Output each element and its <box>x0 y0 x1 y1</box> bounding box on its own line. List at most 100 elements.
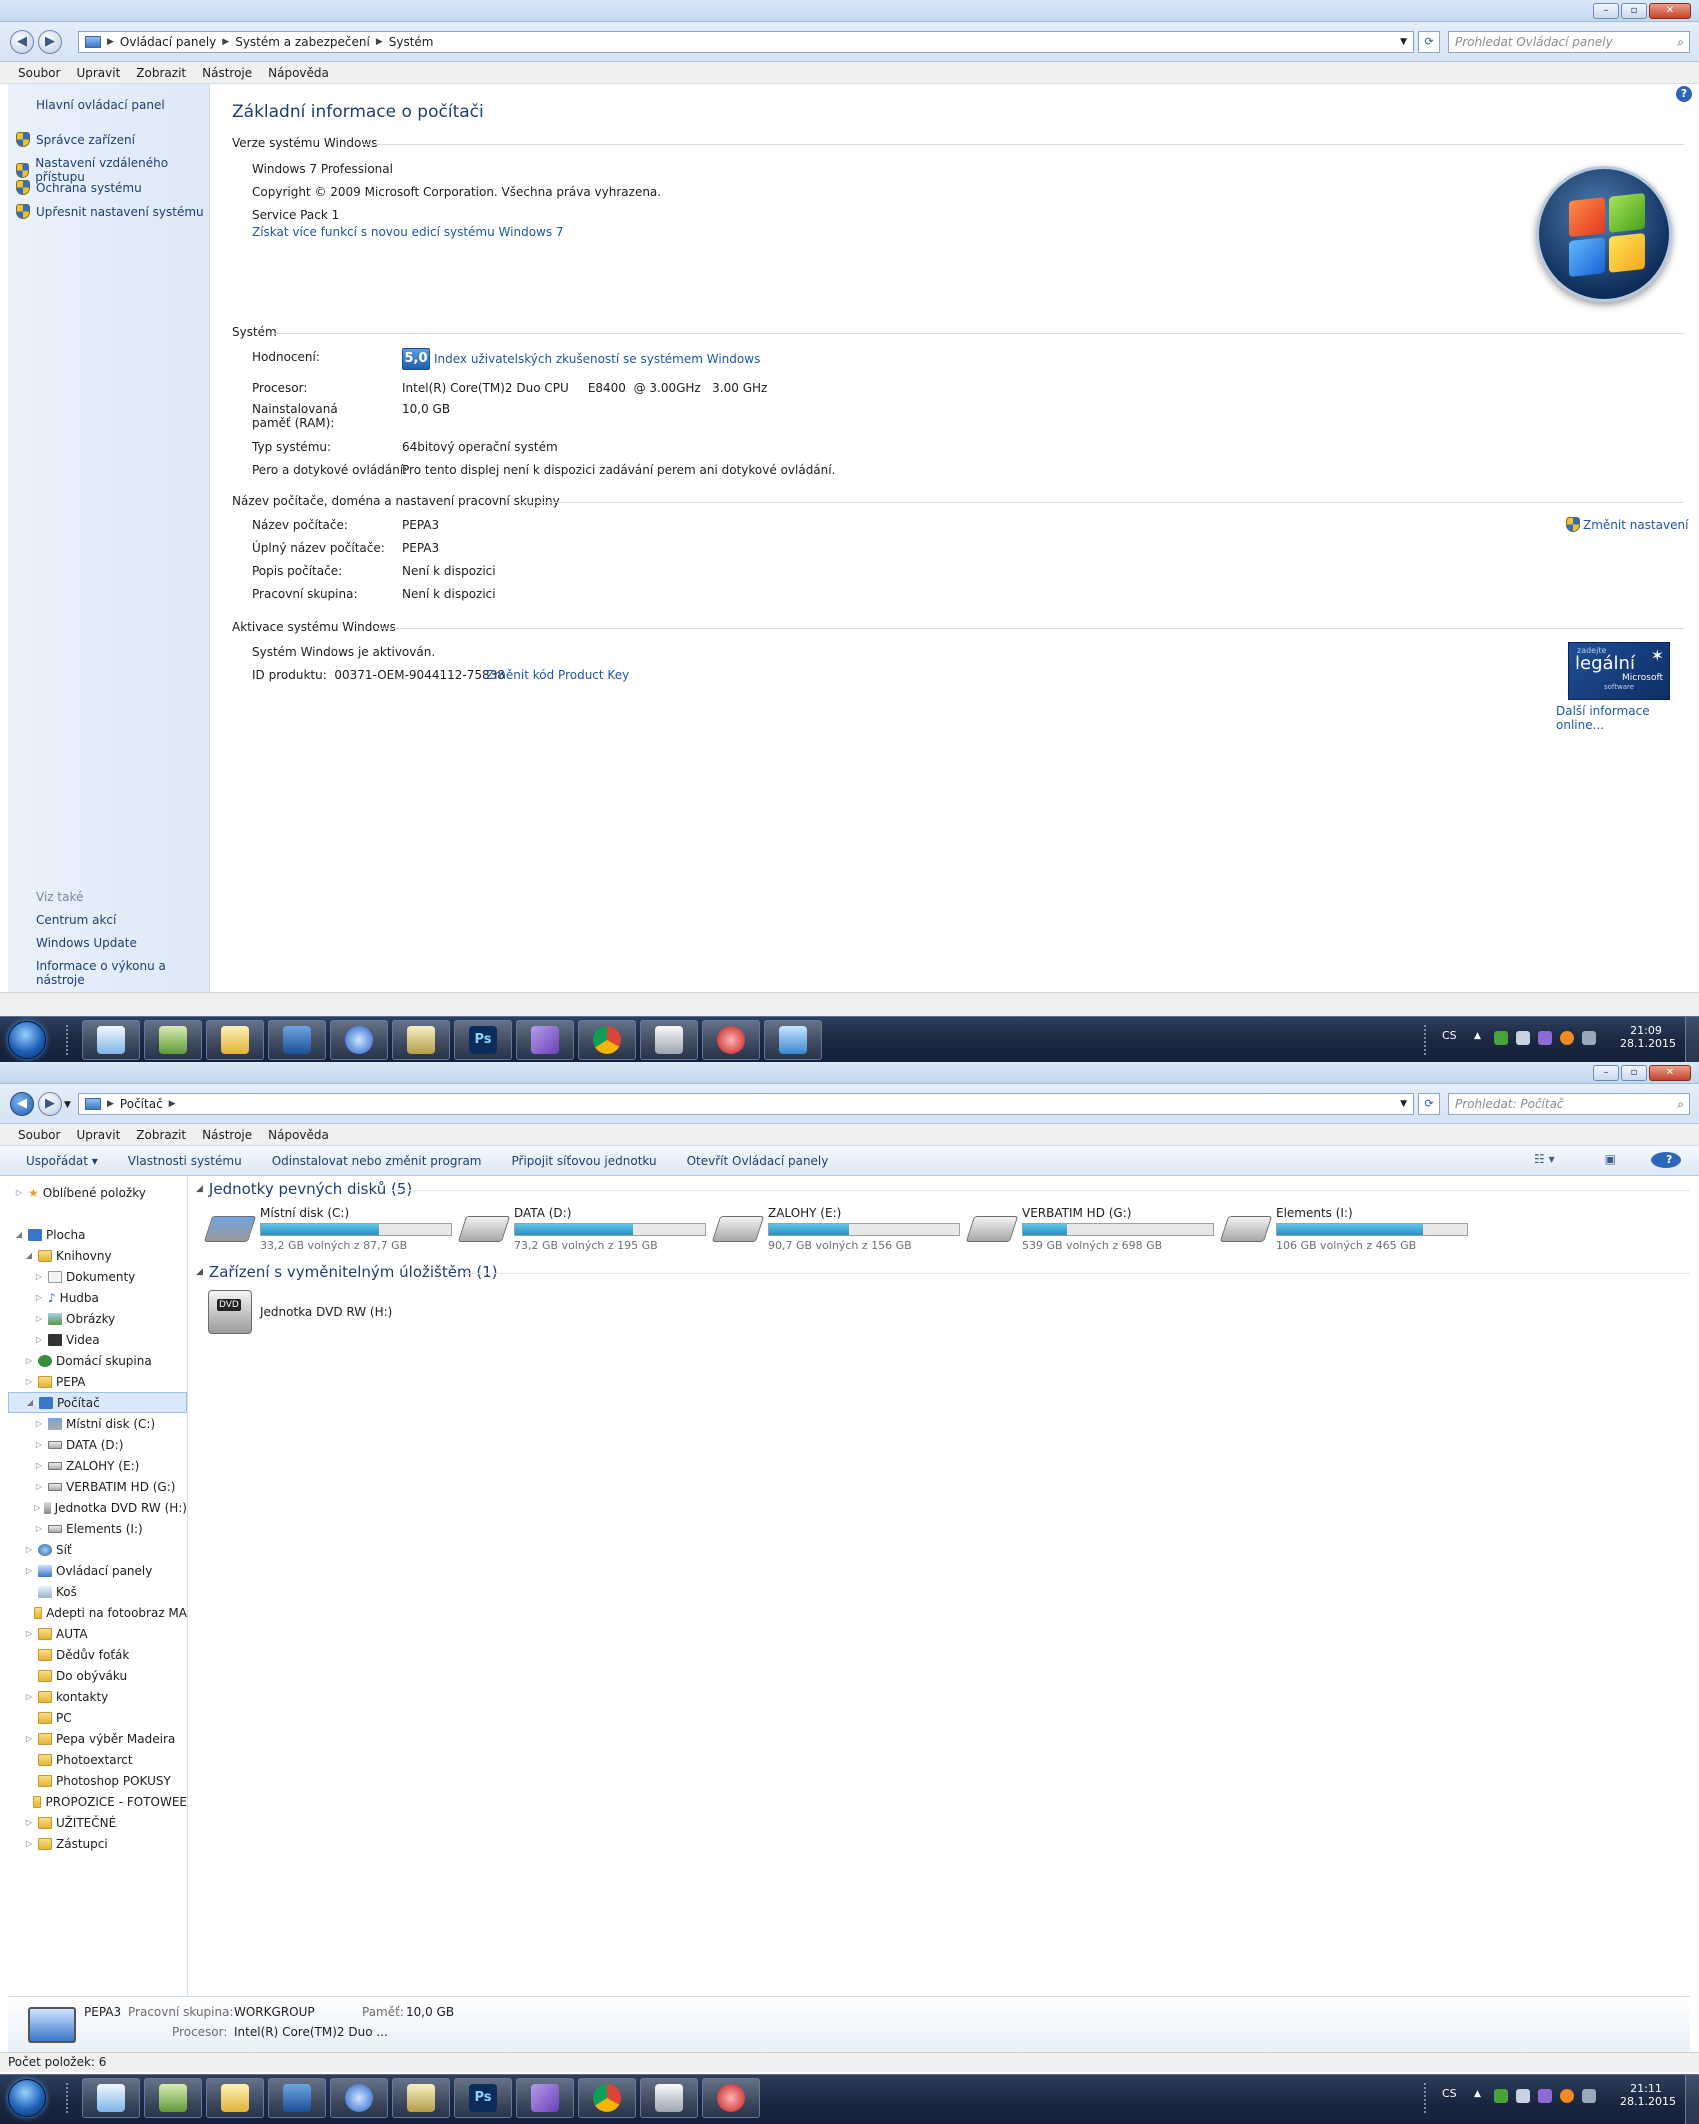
tree-item[interactable]: ▷ ★ Oblíbené položky <box>8 1182 187 1203</box>
collapse-icon[interactable]: ◢ <box>196 1184 203 1194</box>
more-info-link[interactable]: Další informace online... <box>1556 704 1699 732</box>
drive-c[interactable]: Místní disk (C:) 33,2 GB volných z 87,7 … <box>203 1206 452 1252</box>
power-icon[interactable] <box>1582 2089 1596 2103</box>
taskbar-app-10[interactable] <box>640 2078 698 2118</box>
help-icon[interactable]: ? <box>1651 1152 1681 1168</box>
tree-item[interactable]: ▷ Domácí skupina <box>8 1350 187 1371</box>
show-desktop-button[interactable] <box>1685 1017 1699 1063</box>
clock[interactable]: 21:11 28.1.2015 <box>1620 2082 1676 2108</box>
uninstall-program-button[interactable]: Odinstalovat nebo změnit program <box>257 1154 497 1168</box>
minimize-button[interactable]: – <box>1593 1065 1619 1081</box>
taskbar-app-6[interactable] <box>392 2078 450 2118</box>
taskbar-app-6[interactable] <box>392 1020 450 1060</box>
tray-expand-icon[interactable]: ▲ <box>1474 2089 1481 2099</box>
open-control-panel-button[interactable]: Otevřít Ovládací panely <box>672 1154 844 1168</box>
collapse-icon[interactable]: ◢ <box>196 1267 203 1277</box>
map-network-drive-button[interactable]: Připojit síťovou jednotku <box>496 1154 671 1168</box>
expand-icon[interactable]: ▷ <box>34 1503 40 1512</box>
taskbar-app-12[interactable] <box>764 1020 822 1060</box>
address-bar[interactable]: ▶ Počítač ▶ ▼ <box>78 1093 1414 1115</box>
tree-item[interactable]: ▷ Síť <box>8 1539 187 1560</box>
maximize-button[interactable]: ▫ <box>1621 1065 1647 1081</box>
taskbar-app-10[interactable] <box>640 1020 698 1060</box>
taskbar-app-2[interactable] <box>144 1020 202 1060</box>
taskbar-app-1[interactable] <box>82 2078 140 2118</box>
taskbar-chrome[interactable] <box>578 1020 636 1060</box>
refresh-button[interactable]: ⟳ <box>1418 1093 1440 1115</box>
title-bar[interactable]: – ▫ ✕ <box>0 0 1699 22</box>
expand-icon[interactable]: ▷ <box>14 1188 24 1197</box>
dropdown-arrow-icon[interactable]: ▼ <box>1400 1099 1407 1109</box>
change-product-key-link[interactable]: Změnit kód Product Key <box>486 668 629 682</box>
expand-icon[interactable]: ▷ <box>34 1335 44 1344</box>
expand-icon[interactable]: ▷ <box>24 1356 34 1365</box>
change-view-icon[interactable]: ☷ ▾ <box>1519 1152 1570 1168</box>
tree-item[interactable]: PC <box>8 1707 187 1728</box>
tree-item[interactable]: Photoshop POKUSY <box>8 1770 187 1791</box>
wei-score[interactable]: 5,0 Index uživatelských zkušeností se sy… <box>402 348 760 370</box>
preview-pane-icon[interactable]: ▣ <box>1590 1152 1631 1168</box>
volume-icon[interactable] <box>1516 1031 1530 1045</box>
expand-icon[interactable]: ▷ <box>34 1419 44 1428</box>
menu-view[interactable]: Zobrazit <box>136 1128 186 1142</box>
expand-icon[interactable]: ▷ <box>34 1482 44 1491</box>
taskbar-app-4[interactable] <box>268 2078 326 2118</box>
back-button[interactable]: ◀ <box>10 30 34 54</box>
search-icon[interactable]: ⌕ <box>1677 1094 1684 1114</box>
expand-icon[interactable]: ▷ <box>34 1293 44 1302</box>
taskbar-app-8[interactable] <box>516 1020 574 1060</box>
tree-item[interactable]: ▷ Jednotka DVD RW (H:) <box>8 1497 187 1518</box>
taskbar-app-1[interactable] <box>82 1020 140 1060</box>
menu-help[interactable]: Nápověda <box>268 66 329 80</box>
search-input[interactable]: Prohledat: Počítač ⌕ <box>1448 1093 1690 1115</box>
menu-edit[interactable]: Upravit <box>76 1128 120 1142</box>
taskbar-chrome[interactable] <box>578 2078 636 2118</box>
wei-link[interactable]: Index uživatelských zkušeností se systém… <box>434 352 760 366</box>
language-indicator[interactable]: CS <box>1442 2087 1457 2100</box>
tree-item[interactable]: ▷ Videa <box>8 1329 187 1350</box>
show-desktop-button[interactable] <box>1685 2075 1699 2124</box>
close-button[interactable]: ✕ <box>1649 3 1691 19</box>
collapse-icon[interactable]: ◢ <box>25 1398 35 1407</box>
maximize-button[interactable]: ▫ <box>1621 3 1647 19</box>
taskbar-app-5[interactable] <box>330 1020 388 1060</box>
tree-item[interactable]: Do obýváku <box>8 1665 187 1686</box>
tree-item[interactable]: ▷ PEPA <box>8 1371 187 1392</box>
forward-button[interactable]: ▶ <box>38 30 62 54</box>
menu-tools[interactable]: Nástroje <box>202 66 252 80</box>
expand-icon[interactable]: ▷ <box>24 1377 34 1386</box>
drive-e[interactable]: ZALOHY (E:) 90,7 GB volných z 156 GB <box>711 1206 960 1252</box>
expand-icon[interactable]: ▷ <box>24 1734 34 1743</box>
dropdown-arrow-icon[interactable]: ▼ <box>1400 37 1407 47</box>
tree-item[interactable]: ▷ Pepa výběr Madeira <box>8 1728 187 1749</box>
cp-home-link[interactable]: Hlavní ovládací panel <box>36 98 165 112</box>
tree-item[interactable]: ▷ kontakty <box>8 1686 187 1707</box>
tree-item[interactable]: Adepti na fotoobraz MA <box>8 1602 187 1623</box>
volume-icon[interactable] <box>1516 2089 1530 2103</box>
tree-item[interactable]: ▷ Zástupci <box>8 1833 187 1854</box>
tree-item[interactable]: ▷ ♪ Hudba <box>8 1287 187 1308</box>
network-icon[interactable] <box>1494 2089 1508 2103</box>
network-icon[interactable] <box>1494 1031 1508 1045</box>
breadcrumb-computer[interactable]: Počítač <box>120 1097 163 1111</box>
tree-item[interactable]: ▷ VERBATIM HD (G:) <box>8 1476 187 1497</box>
start-button[interactable] <box>8 2079 46 2117</box>
expand-icon[interactable]: ▷ <box>24 1839 34 1848</box>
expand-icon[interactable]: ▷ <box>24 1818 34 1827</box>
search-input[interactable]: Prohledat Ovládací panely ⌕ <box>1448 31 1690 53</box>
close-button[interactable]: ✕ <box>1649 1065 1691 1081</box>
app-tray-icon[interactable] <box>1538 1031 1552 1045</box>
taskbar-app-11[interactable] <box>702 1020 760 1060</box>
anytime-upgrade-link[interactable]: Získat více funkcí s novou edicí systému… <box>252 225 564 239</box>
task-advanced-settings[interactable]: Upřesnit nastavení systému <box>16 204 204 219</box>
collapse-icon[interactable]: ◢ <box>24 1251 34 1260</box>
removable-group-header[interactable]: ◢ Zařízení s vyměnitelným úložištěm (1) <box>196 1263 498 1281</box>
refresh-button[interactable]: ⟳ <box>1418 31 1440 53</box>
expand-icon[interactable]: ▷ <box>34 1314 44 1323</box>
expand-icon[interactable]: ▷ <box>24 1545 34 1554</box>
language-indicator[interactable]: CS <box>1442 1029 1457 1042</box>
start-button[interactable] <box>8 1021 46 1059</box>
drive-i[interactable]: Elements (I:) 106 GB volných z 465 GB <box>1219 1206 1468 1252</box>
tree-item[interactable]: ▷ Dokumenty <box>8 1266 187 1287</box>
organize-button[interactable]: Uspořádat ▾ <box>11 1154 113 1168</box>
